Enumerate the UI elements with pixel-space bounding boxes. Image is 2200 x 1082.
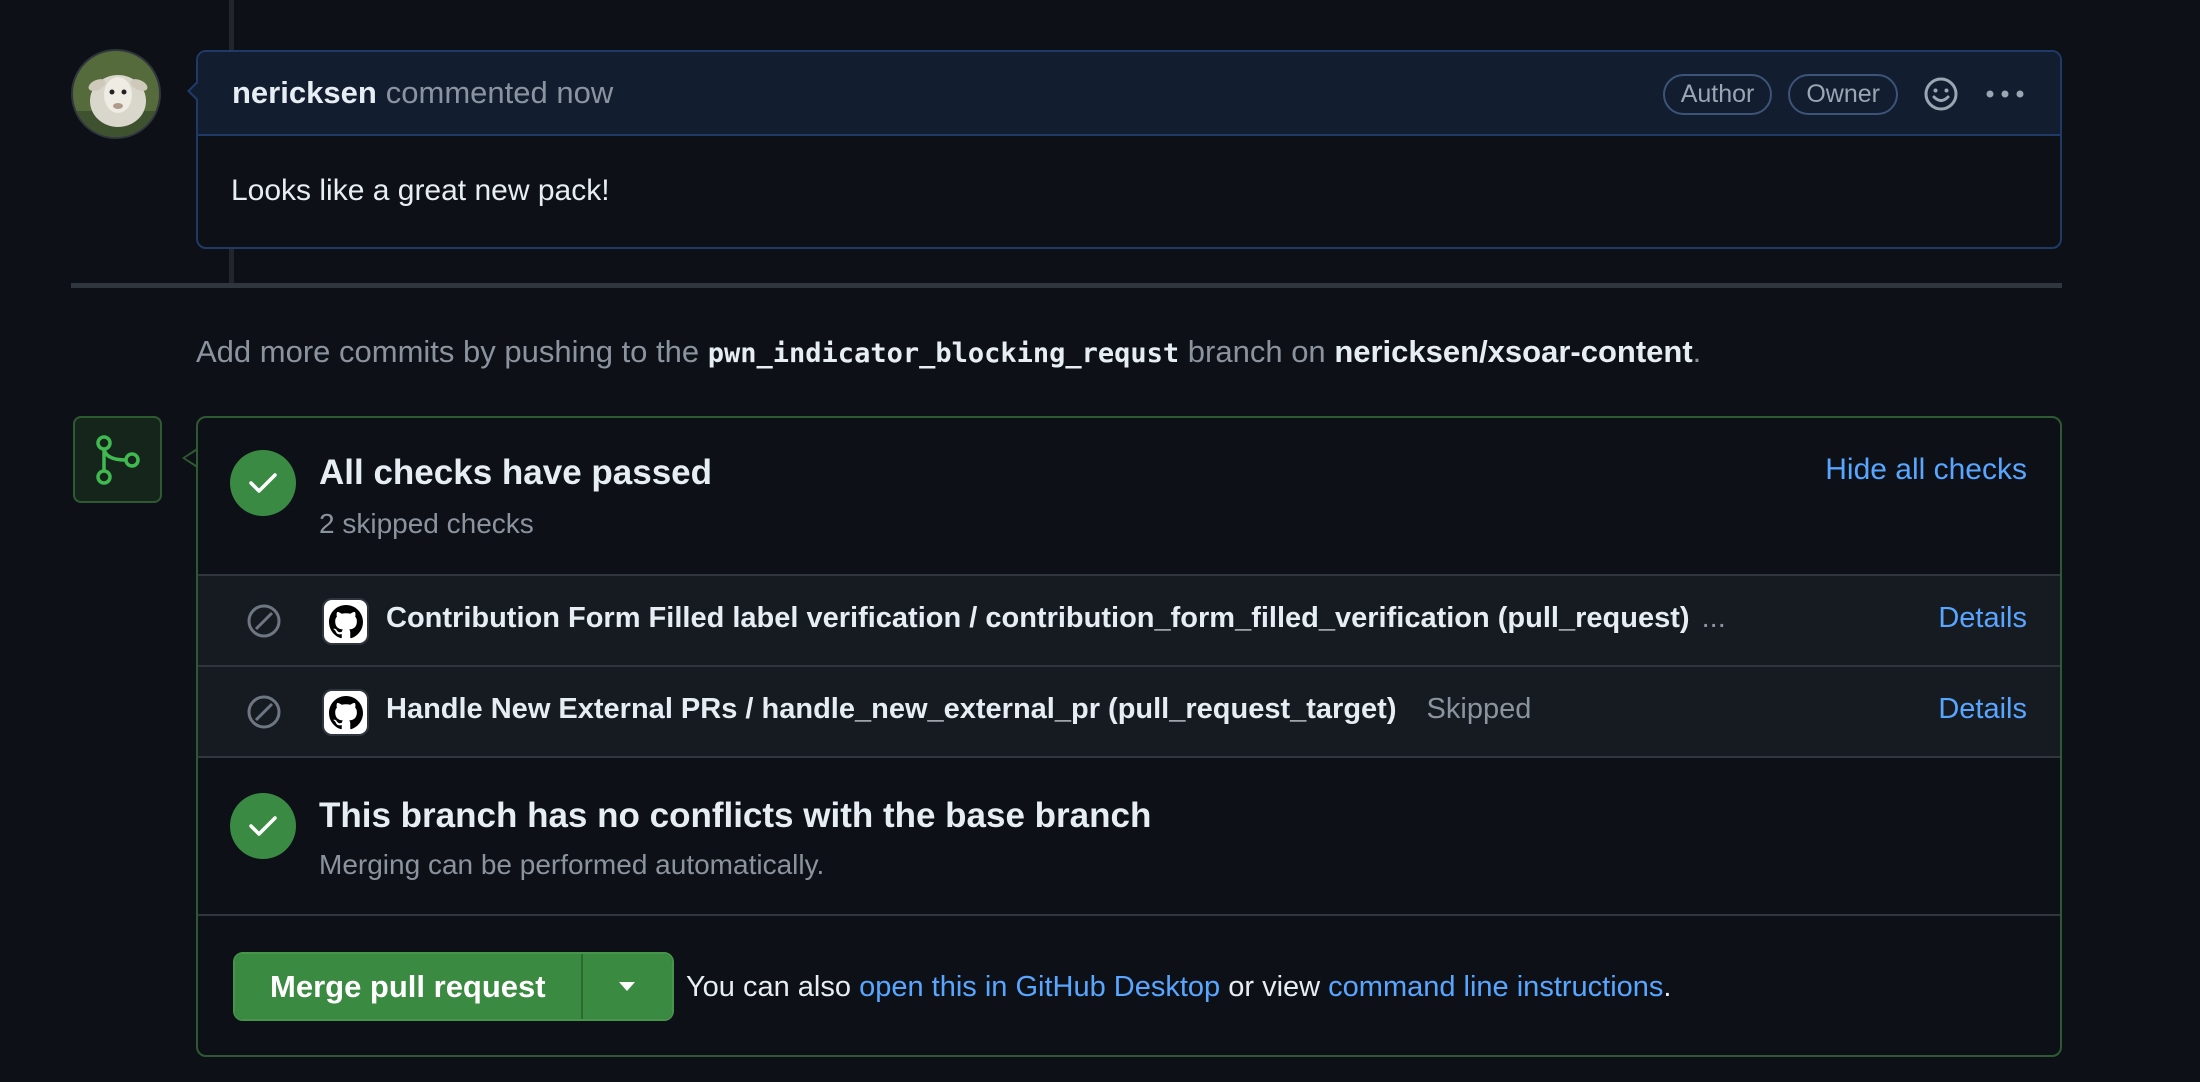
check-name-text: Contribution Form Filled label verificat…: [386, 602, 1690, 634]
check-status: Skipped: [1426, 693, 1532, 725]
check-row: Handle New External PRs / handle_new_ext…: [198, 667, 2060, 758]
repo-link[interactable]: nericksen/xsoar-content: [1334, 334, 1692, 369]
checks-subtitle: 2 skipped checks: [319, 508, 534, 539]
conflicts-summary: This branch has no conflicts with the ba…: [198, 758, 2060, 916]
skip-icon: [247, 695, 281, 729]
merge-actions: Merge pull request You can also open thi…: [198, 916, 2060, 1055]
hide-all-checks-link[interactable]: Hide all checks: [1825, 453, 2027, 487]
check-name: Handle New External PRs / handle_new_ext…: [386, 693, 1531, 726]
check-name-text: Handle New External PRs / handle_new_ext…: [386, 693, 1397, 725]
check-row: Contribution Form Filled label verificat…: [198, 576, 2060, 667]
merge-hint-prefix: You can also: [686, 971, 852, 1003]
command-line-instructions-link[interactable]: command line instructions: [1328, 971, 1663, 1003]
merge-hint: You can also open this in GitHub Desktop…: [686, 971, 1671, 1004]
check-status: ...: [1701, 602, 1726, 634]
owner-badge: Owner: [1788, 73, 1898, 115]
commit-hint: Add more commits by pushing to the pwn_i…: [196, 334, 1701, 370]
merge-button-group: Merge pull request: [233, 952, 674, 1021]
merge-hint-middle: or view: [1228, 971, 1321, 1003]
comment-body: Looks like a great new pack!: [231, 174, 610, 207]
comment-header: nericksen commented now Author Owner: [198, 52, 2060, 136]
git-merge-icon: [73, 416, 162, 503]
conflicts-title: This branch has no conflicts with the ba…: [319, 796, 1152, 835]
sheep-avatar-image: [73, 51, 159, 137]
avatar[interactable]: [71, 49, 161, 139]
checks-title: All checks have passed: [319, 453, 712, 492]
comment-author[interactable]: nericksen: [232, 75, 377, 111]
smiley-icon[interactable]: [1920, 73, 1962, 115]
merge-box: All checks have passed 2 skipped checks …: [196, 416, 2062, 1057]
merge-pull-request-button[interactable]: Merge pull request: [235, 954, 581, 1019]
pr-conversation: nericksen commented now Author Owner Loo…: [0, 0, 2200, 1082]
commit-hint-middle: branch on: [1187, 334, 1326, 369]
chevron-down-icon: [619, 982, 636, 991]
comment-actions: Author Owner: [1647, 52, 2026, 136]
branch-name: pwn_indicator_blocking_requst: [707, 338, 1180, 369]
comment-timestamp: commented now: [385, 75, 614, 110]
commit-hint-prefix: Add more commits by pushing to the: [196, 334, 700, 369]
merge-hint-suffix: .: [1663, 971, 1672, 1003]
merge-options-dropdown[interactable]: [580, 954, 672, 1019]
github-icon: [322, 689, 369, 736]
check-icon: [230, 793, 296, 859]
check-icon: [230, 450, 296, 516]
skip-icon: [247, 604, 281, 638]
check-name: Contribution Form Filled label verificat…: [386, 602, 1726, 635]
checks-summary: All checks have passed 2 skipped checks …: [198, 418, 2060, 576]
github-desktop-link[interactable]: open this in GitHub Desktop: [859, 971, 1220, 1003]
kebab-menu-icon[interactable]: [1984, 73, 2026, 115]
details-link[interactable]: Details: [1938, 602, 2027, 635]
commit-hint-suffix: .: [1692, 334, 1702, 369]
github-icon: [322, 598, 369, 645]
author-badge: Author: [1662, 73, 1773, 115]
timeline-divider: [71, 283, 2062, 288]
details-link[interactable]: Details: [1938, 693, 2027, 726]
comment-box: nericksen commented now Author Owner Loo…: [187, 50, 2062, 249]
conflicts-subtitle: Merging can be performed automatically.: [319, 849, 825, 880]
